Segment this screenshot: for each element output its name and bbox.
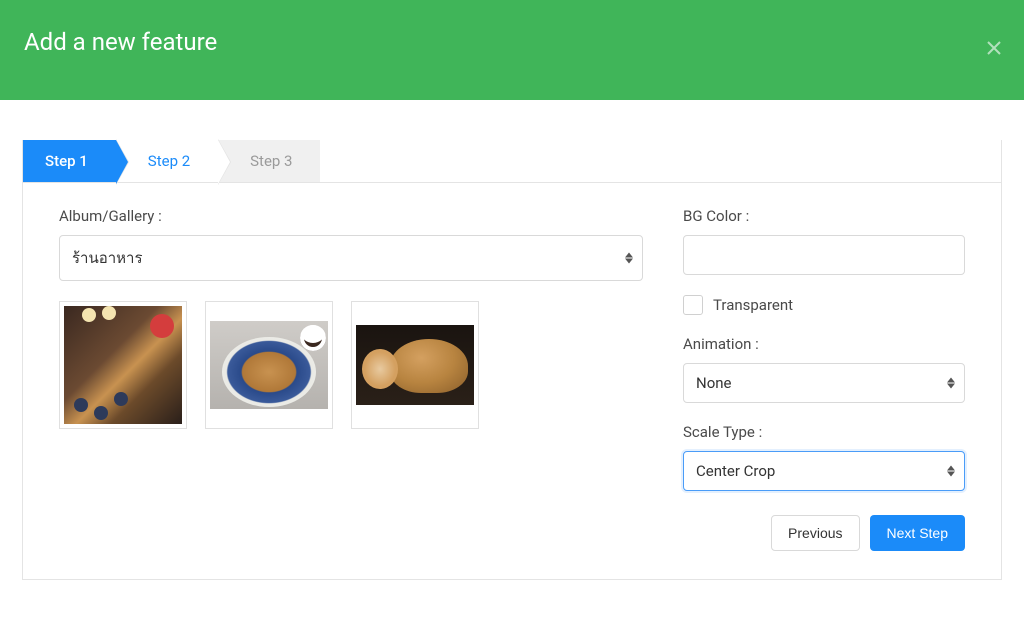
album-gallery-group: Album/Gallery : ร้านอาหาร bbox=[59, 207, 643, 281]
add-feature-modal: Add a new feature Step 1 Step 2 Step 3 A… bbox=[0, 0, 1024, 602]
bg-color-group: BG Color : bbox=[683, 207, 965, 275]
modal-body: Step 1 Step 2 Step 3 Album/Gallery : ร้า… bbox=[0, 100, 1024, 602]
animation-group: Animation : None bbox=[683, 335, 965, 403]
animation-select[interactable]: None bbox=[683, 363, 965, 403]
transparent-checkbox[interactable] bbox=[683, 295, 703, 315]
scale-type-select[interactable]: Center Crop bbox=[683, 451, 965, 491]
left-column: Album/Gallery : ร้านอาหาร bbox=[59, 207, 643, 551]
modal-title: Add a new feature bbox=[24, 28, 1000, 56]
scale-type-select-wrapper: Center Crop bbox=[683, 451, 965, 491]
right-column: BG Color : Transparent Animation : None bbox=[683, 207, 965, 551]
gallery-thumbnail-1[interactable] bbox=[59, 301, 187, 429]
album-gallery-label: Album/Gallery : bbox=[59, 207, 643, 225]
thumbnail-image-2 bbox=[210, 321, 328, 409]
bg-color-label: BG Color : bbox=[683, 207, 965, 225]
gallery-thumbnail-2[interactable] bbox=[205, 301, 333, 429]
close-button[interactable] bbox=[982, 36, 1006, 60]
next-step-button[interactable]: Next Step bbox=[870, 515, 965, 551]
modal-header: Add a new feature bbox=[0, 0, 1024, 100]
step-3[interactable]: Step 3 bbox=[218, 140, 320, 182]
close-icon bbox=[986, 40, 1002, 56]
thumbnail-image-1 bbox=[64, 306, 182, 424]
transparent-label: Transparent bbox=[713, 296, 793, 314]
step-2[interactable]: Step 2 bbox=[116, 140, 218, 182]
wizard-footer: Previous Next Step bbox=[683, 515, 965, 551]
album-gallery-select-wrapper: ร้านอาหาร bbox=[59, 235, 643, 281]
gallery-thumbnail-3[interactable] bbox=[351, 301, 479, 429]
scale-type-label: Scale Type : bbox=[683, 423, 965, 441]
bg-color-input[interactable] bbox=[683, 235, 965, 275]
panel-content: Album/Gallery : ร้านอาหาร bbox=[23, 183, 1001, 579]
album-gallery-select[interactable]: ร้านอาหาร bbox=[59, 235, 643, 281]
wizard-panel: Step 1 Step 2 Step 3 Album/Gallery : ร้า… bbox=[22, 140, 1002, 580]
animation-select-wrapper: None bbox=[683, 363, 965, 403]
step-1[interactable]: Step 1 bbox=[23, 140, 116, 182]
gallery-thumbnails bbox=[59, 301, 643, 429]
previous-button[interactable]: Previous bbox=[771, 515, 859, 551]
animation-label: Animation : bbox=[683, 335, 965, 353]
thumbnail-image-3 bbox=[356, 325, 474, 405]
scale-type-group: Scale Type : Center Crop bbox=[683, 423, 965, 491]
transparent-group: Transparent bbox=[683, 295, 965, 315]
wizard-steps: Step 1 Step 2 Step 3 bbox=[23, 140, 1001, 183]
